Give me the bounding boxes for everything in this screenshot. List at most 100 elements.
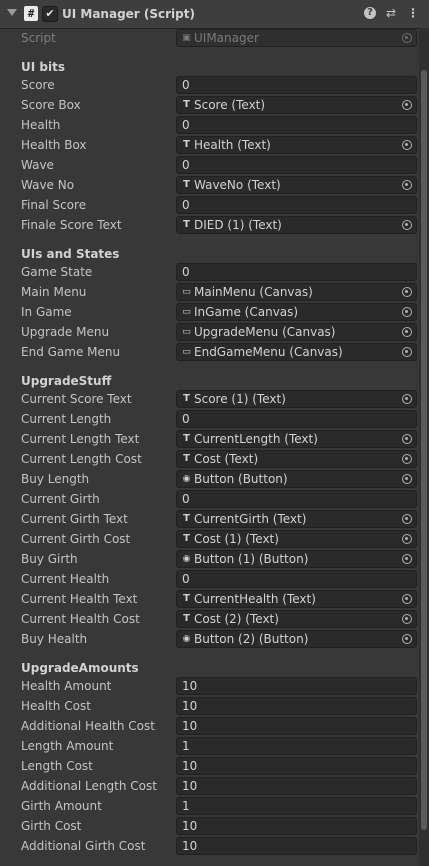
object-picker-icon[interactable] — [402, 534, 412, 544]
number-field[interactable]: 1 — [176, 797, 417, 815]
field-label: Current Health — [21, 572, 110, 586]
object-picker-icon[interactable] — [402, 434, 412, 444]
component-header: # ✔ UI Manager (Script) ? ⇄ ⋮ — [0, 0, 429, 29]
number-field[interactable]: 10 — [176, 757, 417, 775]
object-reference-field[interactable]: T Cost (1) (Text) — [176, 530, 417, 548]
number-field[interactable]: 0 — [176, 410, 417, 428]
object-reference-value: Score (Text) — [194, 98, 266, 112]
section-header: UI bits — [21, 60, 65, 74]
field-label: Health Cost — [21, 699, 91, 713]
object-reference-value: Health (Text) — [194, 138, 271, 152]
object-reference-field[interactable]: ◉ Button (Button) — [176, 470, 417, 488]
object-picker-icon[interactable] — [402, 454, 412, 464]
number-field[interactable]: 0 — [176, 116, 417, 134]
object-reference-value: CurrentHealth (Text) — [194, 592, 316, 606]
object-picker-icon[interactable] — [402, 100, 412, 110]
object-reference-value: DIED (1) (Text) — [194, 218, 282, 232]
object-reference-field[interactable]: ▭ EndGameMenu (Canvas) — [176, 343, 417, 361]
object-reference-field[interactable]: T CurrentLength (Text) — [176, 430, 417, 448]
object-reference-field[interactable]: T Health (Text) — [176, 136, 417, 154]
field-label: Current Length Cost — [21, 452, 142, 466]
object-reference-field[interactable]: ▭ UpgradeMenu (Canvas) — [176, 323, 417, 341]
field-label: Upgrade Menu — [21, 325, 110, 339]
number-field[interactable]: 10 — [176, 837, 417, 855]
section-header: UpgradeAmounts — [21, 661, 139, 675]
object-picker-icon[interactable] — [402, 514, 412, 524]
object-reference-field[interactable]: ◉ Button (1) (Button) — [176, 550, 417, 568]
field-label: Wave No — [21, 178, 75, 192]
number-field[interactable]: 1 — [176, 737, 417, 755]
field-label: Game State — [21, 265, 93, 279]
number-field[interactable]: 0 — [176, 263, 417, 281]
number-field[interactable]: 10 — [176, 817, 417, 835]
object-picker-icon[interactable] — [402, 327, 412, 337]
number-field[interactable]: 10 — [176, 697, 417, 715]
object-picker-icon[interactable] — [402, 474, 412, 484]
field-label: Additional Length Cost — [21, 779, 157, 793]
object-picker-icon[interactable] — [402, 140, 412, 150]
number-field[interactable]: 10 — [176, 677, 417, 695]
field-label: Score Box — [21, 98, 81, 112]
field-label: Girth Cost — [21, 819, 82, 833]
object-picker-icon[interactable] — [402, 180, 412, 190]
canvas-component-icon: ▭ — [182, 307, 191, 317]
object-reference-value: Button (1) (Button) — [194, 552, 309, 566]
text-component-icon: T — [183, 533, 190, 544]
number-field[interactable]: 10 — [176, 777, 417, 795]
field-label: Score — [21, 78, 55, 92]
object-reference-value: Score (1) (Text) — [194, 392, 286, 406]
field-label: Current Health Cost — [21, 612, 140, 626]
field-label: Current Girth Text — [21, 512, 128, 526]
object-reference-field[interactable]: T CurrentHealth (Text) — [176, 590, 417, 608]
script-field: ▣ UIManager — [176, 29, 417, 47]
object-reference-field[interactable]: T Cost (2) (Text) — [176, 610, 417, 628]
preset-icon[interactable]: ⇄ — [384, 6, 398, 20]
field-label: Buy Length — [21, 472, 90, 486]
context-menu-icon[interactable]: ⋮ — [406, 6, 420, 20]
component-title: UI Manager (Script) — [62, 7, 195, 21]
object-picker-icon[interactable] — [402, 394, 412, 404]
field-label: Additional Girth Cost — [21, 839, 146, 853]
number-field[interactable]: 0 — [176, 570, 417, 588]
object-picker-icon[interactable] — [402, 634, 412, 644]
object-reference-field[interactable]: ▭ InGame (Canvas) — [176, 303, 417, 321]
number-field[interactable]: 0 — [176, 490, 417, 508]
object-picker-icon[interactable] — [402, 554, 412, 564]
text-component-icon: T — [183, 219, 190, 230]
field-label: Current Score Text — [21, 392, 132, 406]
object-picker-icon[interactable] — [402, 287, 412, 297]
canvas-component-icon: ▭ — [182, 327, 191, 337]
button-component-icon: ◉ — [182, 554, 191, 564]
field-label: Length Cost — [21, 759, 93, 773]
field-label: Main Menu — [21, 285, 87, 299]
object-picker-icon[interactable] — [402, 594, 412, 604]
object-picker-icon[interactable] — [402, 220, 412, 230]
field-label: Current Girth — [21, 492, 100, 506]
object-reference-field[interactable]: T Score (Text) — [176, 96, 417, 114]
object-picker-icon[interactable] — [402, 614, 412, 624]
object-reference-field[interactable]: T CurrentGirth (Text) — [176, 510, 417, 528]
text-component-icon: T — [183, 513, 190, 524]
text-component-icon: T — [183, 453, 190, 464]
scrollbar-thumb[interactable] — [421, 70, 427, 830]
object-reference-field[interactable]: T WaveNo (Text) — [176, 176, 417, 194]
number-field[interactable]: 10 — [176, 717, 417, 735]
object-picker-icon[interactable] — [402, 347, 412, 357]
help-icon[interactable]: ? — [364, 7, 376, 19]
script-value: UIManager — [194, 31, 259, 45]
object-reference-value: CurrentGirth (Text) — [194, 512, 307, 526]
object-reference-field[interactable]: ◉ Button (2) (Button) — [176, 630, 417, 648]
button-component-icon: ◉ — [182, 474, 191, 484]
object-reference-field[interactable]: T DIED (1) (Text) — [176, 216, 417, 234]
number-field[interactable]: 0 — [176, 76, 417, 94]
number-field[interactable]: 0 — [176, 196, 417, 214]
object-reference-field[interactable]: T Score (1) (Text) — [176, 390, 417, 408]
number-field[interactable]: 0 — [176, 156, 417, 174]
object-reference-field[interactable]: ▭ MainMenu (Canvas) — [176, 283, 417, 301]
object-reference-value: InGame (Canvas) — [194, 305, 299, 319]
object-reference-field[interactable]: T Cost (Text) — [176, 450, 417, 468]
foldout-arrow-icon[interactable] — [7, 9, 17, 16]
enabled-checkbox[interactable]: ✔ — [42, 6, 58, 22]
button-component-icon: ◉ — [182, 634, 191, 644]
object-picker-icon[interactable] — [402, 307, 412, 317]
